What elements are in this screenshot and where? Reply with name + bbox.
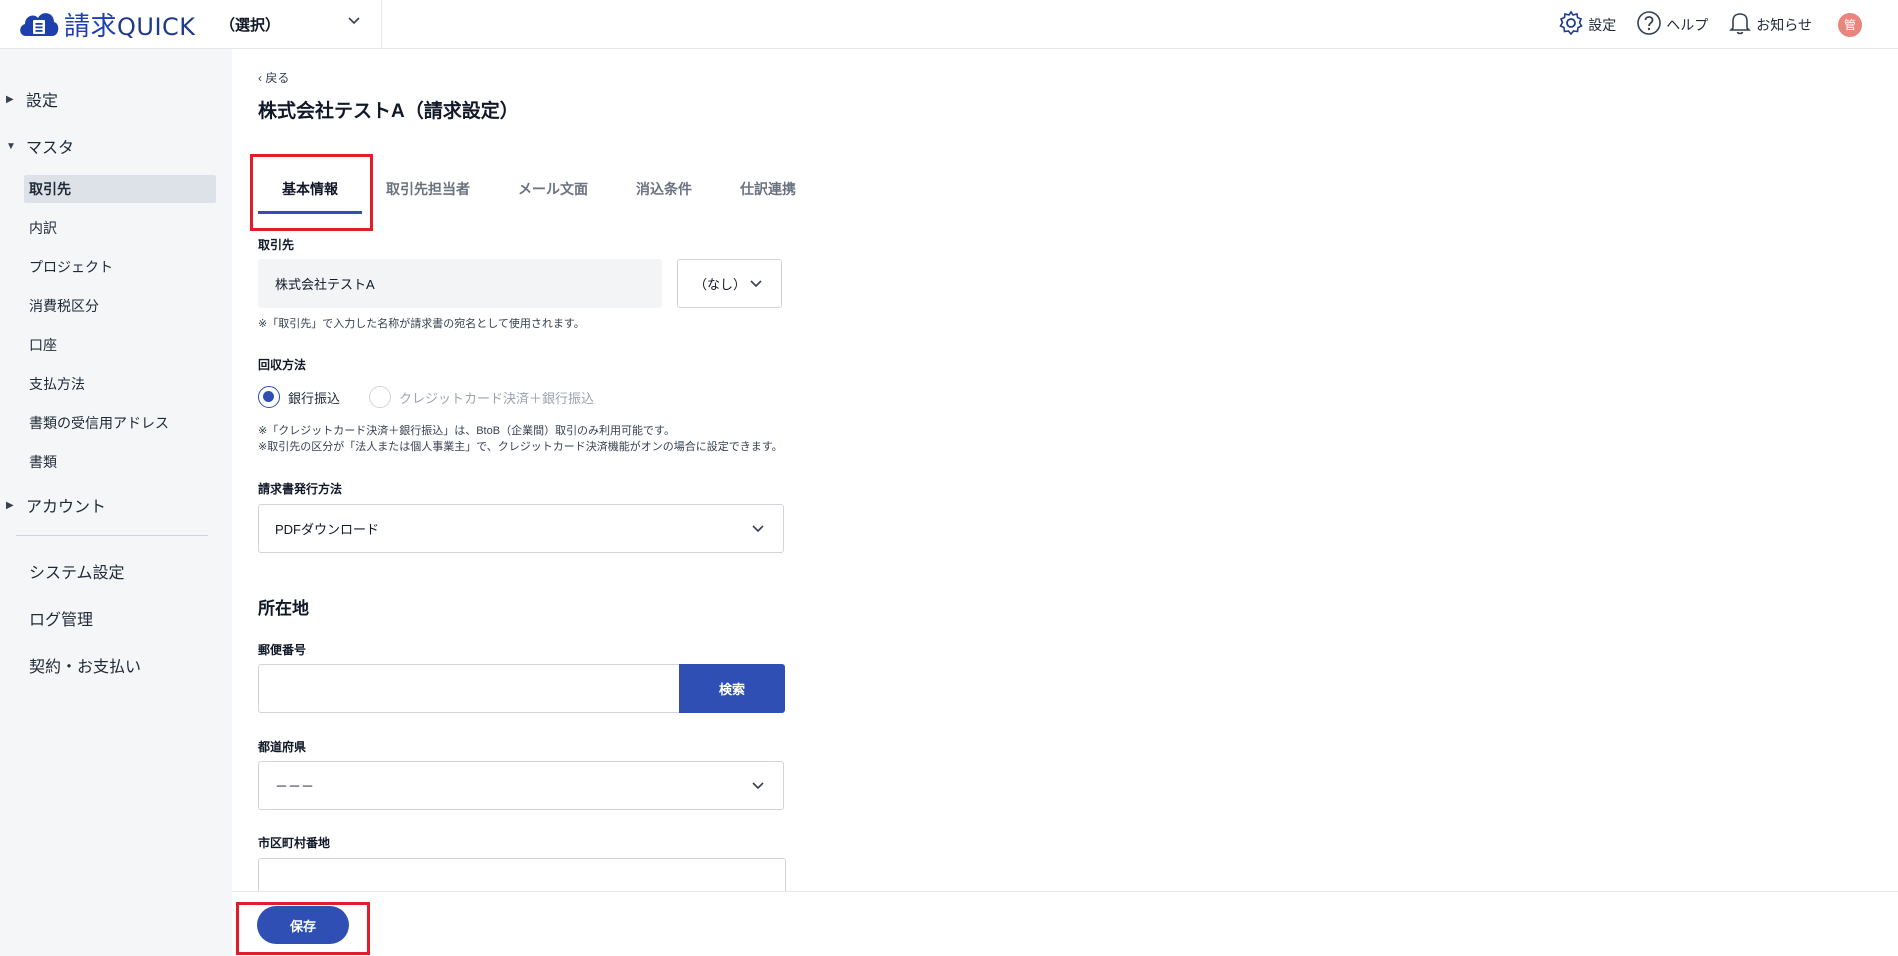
chevron-left-icon: ‹ <box>258 71 262 85</box>
chevron-down-icon <box>751 522 765 539</box>
company-select[interactable]: （選択） <box>220 0 382 49</box>
sidebar-item-documents[interactable]: 書類 <box>24 448 216 476</box>
sidebar-item-tax[interactable]: 消費税区分 <box>24 292 216 320</box>
sidebar-item-receive-address[interactable]: 書類の受信用アドレス <box>24 409 216 437</box>
issue-method-select[interactable]: PDFダウンロード <box>258 504 784 553</box>
sidebar-item-log-management[interactable]: ログ管理 <box>29 606 93 630</box>
radio-card-bank[interactable]: クレジットカード決済＋銀行振込 <box>369 386 594 408</box>
collection-note-2: ※取引先の区分が「法人または個人事業主」で、クレジットカード決済機能がオンの場合… <box>258 441 783 453</box>
sidebar-item-clients[interactable]: 取引先 <box>24 175 216 203</box>
tab-client-contacts[interactable]: 取引先担当者 <box>362 164 494 214</box>
caret-down-icon: ▼ <box>6 140 16 152</box>
sidebar: ▶ 設定 ▼ マスタ 取引先 内訳 プロジェクト 消費税区分 口座 支払方法 書… <box>0 49 232 956</box>
issue-method-label: 請求書発行方法 <box>258 482 343 496</box>
client-note: ※「取引先」で入力した名称が請求書の宛名として使用されます。 <box>258 318 585 330</box>
sidebar-item-breakdown[interactable]: 内訳 <box>24 214 216 242</box>
radio-checked-icon <box>258 386 280 408</box>
main-content: ‹ 戻る 株式会社テストA（請求設定） 基本情報 取引先担当者 メール文面 消込… <box>232 49 1898 898</box>
sidebar-item-projects[interactable]: プロジェクト <box>24 253 216 281</box>
client-name-field: 株式会社テストA <box>258 259 662 308</box>
back-link[interactable]: ‹ 戻る <box>258 69 289 86</box>
bell-icon <box>1728 10 1752 39</box>
address-section-title: 所在地 <box>258 599 309 618</box>
tab-mail-text[interactable]: メール文面 <box>494 164 612 214</box>
app-logo[interactable]: 請求QUICK <box>16 6 196 42</box>
logo-text: 請求QUICK <box>64 10 196 41</box>
prefecture-label: 都道府県 <box>258 740 307 754</box>
page-title: 株式会社テストA（請求設定） <box>258 101 519 122</box>
caret-right-icon: ▶ <box>6 499 14 511</box>
app-header: 請求QUICK （選択） 設定 ヘルプ お知らせ 管 <box>0 0 1898 49</box>
settings-link[interactable]: 設定 <box>1558 10 1616 39</box>
chevron-down-icon <box>749 277 763 294</box>
footer-bar: 保存 <box>232 891 1898 956</box>
help-link[interactable]: ヘルプ <box>1636 10 1708 39</box>
cloud-document-icon <box>16 6 60 42</box>
sidebar-item-payment-methods[interactable]: 支払方法 <box>24 370 216 398</box>
radio-unchecked-icon <box>369 386 391 408</box>
city-label: 市区町村番地 <box>258 836 331 850</box>
sidebar-group-account[interactable]: ▶ アカウント <box>0 493 106 517</box>
sidebar-item-accounts[interactable]: 口座 <box>24 331 216 359</box>
prefecture-select[interactable]: －－－ <box>258 761 784 810</box>
tab-reconcile-conditions[interactable]: 消込条件 <box>612 164 716 214</box>
gear-icon <box>1558 10 1584 39</box>
postal-search-button[interactable]: 検索 <box>679 664 785 713</box>
highlight-box-tab <box>250 154 373 231</box>
sidebar-item-system-settings[interactable]: システム設定 <box>29 559 125 583</box>
client-label: 取引先 <box>258 238 295 252</box>
avatar[interactable]: 管 <box>1838 12 1862 37</box>
question-circle-icon <box>1636 10 1662 39</box>
notifications-link[interactable]: お知らせ <box>1728 10 1812 39</box>
collection-label: 回収方法 <box>258 358 307 372</box>
postal-label: 郵便番号 <box>258 643 307 657</box>
collection-note-1: ※「クレジットカード決済＋銀行振込」は、BtoB（企業間）取引のみ利用可能です。 <box>258 425 675 437</box>
highlight-box-save <box>236 902 370 955</box>
postal-code-input[interactable] <box>258 664 680 713</box>
chevron-down-icon <box>347 14 361 32</box>
sidebar-divider <box>16 535 208 536</box>
honorific-select[interactable]: （なし） <box>677 259 782 308</box>
sidebar-item-contract-payment[interactable]: 契約・お支払い <box>29 653 141 677</box>
caret-right-icon: ▶ <box>6 93 14 105</box>
chevron-down-icon <box>751 779 765 796</box>
sidebar-group-settings[interactable]: ▶ 設定 <box>0 87 58 111</box>
tab-journal-link[interactable]: 仕訳連携 <box>716 164 820 214</box>
sidebar-group-master[interactable]: ▼ マスタ <box>0 134 74 158</box>
radio-bank-transfer[interactable]: 銀行振込 <box>258 386 340 408</box>
